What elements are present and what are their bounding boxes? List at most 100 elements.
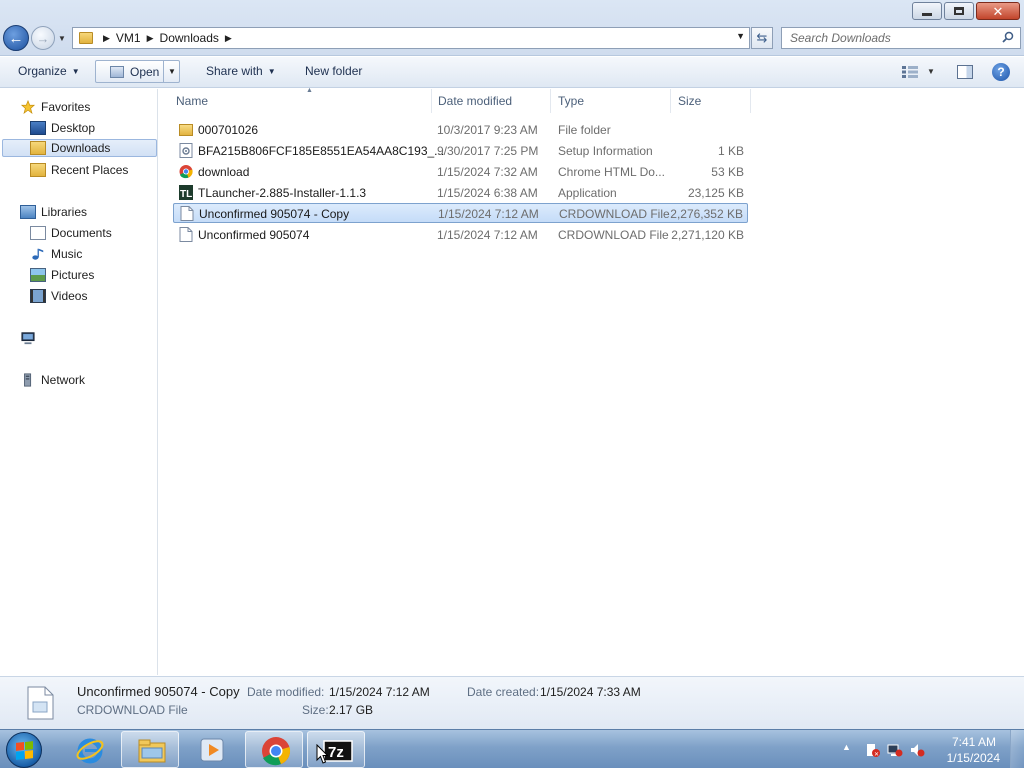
nav-pictures[interactable]: Pictures: [30, 266, 94, 284]
file-row[interactable]: BFA215B806FCF185E8551EA54AA8C193_... 9/3…: [173, 141, 748, 161]
file-type: Setup Information: [558, 144, 653, 158]
setup-info-icon: [179, 143, 193, 158]
downloads-folder-icon: [30, 141, 46, 155]
search-input[interactable]: [790, 31, 990, 45]
share-with-menu[interactable]: Share with ▼: [206, 64, 276, 78]
command-bar: Organize ▼ Open ▼ Share with ▼ New folder …: [0, 57, 1024, 88]
nav-computer[interactable]: [20, 329, 41, 347]
search-icon[interactable]: [1002, 31, 1014, 43]
computer-icon: [21, 332, 35, 345]
column-header-date-modified[interactable]: Date modified: [431, 89, 551, 113]
split-divider: [163, 61, 164, 82]
clock-date[interactable]: 1/15/2024: [947, 751, 1000, 765]
nav-recent-places[interactable]: Recent Places: [30, 161, 128, 179]
maximize-button[interactable]: [944, 2, 974, 20]
details-size-label: Size:: [302, 703, 329, 717]
breadcrumb-chevron-icon[interactable]: ▶: [147, 33, 154, 44]
nav-music[interactable]: Music: [30, 245, 82, 263]
file-name: TLauncher-2.885-Installer-1.1.3: [198, 186, 367, 200]
file-date: 1/15/2024 7:12 AM: [438, 207, 539, 221]
network-status-icon[interactable]: [887, 742, 903, 758]
mouse-cursor-icon: [316, 744, 328, 764]
tlauncher-icon: TL: [179, 185, 193, 200]
nav-recent-places-label: Recent Places: [51, 163, 129, 177]
file-row-selected[interactable]: Unconfirmed 905074 - Copy 1/15/2024 7:12…: [173, 203, 748, 223]
search-box[interactable]: [781, 27, 1021, 49]
help-icon[interactable]: ?: [992, 63, 1010, 81]
show-desktop-button[interactable]: [1010, 730, 1024, 768]
forward-button[interactable]: →: [31, 26, 55, 50]
file-date: 1/15/2024 7:32 AM: [437, 165, 538, 179]
breadcrumb-chevron-icon[interactable]: ▶: [103, 33, 110, 44]
pictures-icon: [30, 268, 46, 282]
recent-pages-dropdown[interactable]: ▼: [58, 34, 66, 43]
file-row[interactable]: Unconfirmed 905074 1/15/2024 7:12 AM CRD…: [173, 225, 748, 245]
file-row[interactable]: 000701026 10/3/2017 9:23 AM File folder: [173, 120, 748, 140]
taskbar-chrome[interactable]: [245, 731, 303, 768]
views-icon[interactable]: [902, 66, 918, 78]
preview-pane-icon[interactable]: [957, 65, 973, 79]
breadcrumb-item-vm1[interactable]: VM1: [116, 31, 141, 45]
nav-downloads[interactable]: Downloads: [2, 139, 157, 157]
taskbar-internet-explorer[interactable]: [60, 731, 118, 768]
address-history-dropdown[interactable]: ▼: [736, 31, 745, 41]
nav-network[interactable]: Network: [20, 371, 85, 389]
breadcrumb-chevron-icon[interactable]: ▶: [225, 33, 232, 44]
address-bar[interactable]: ▶ VM1 ▶ Downloads ▶ ▼: [72, 27, 750, 49]
file-row[interactable]: download 1/15/2024 7:32 AM Chrome HTML D…: [173, 162, 748, 182]
nav-downloads-label: Downloads: [51, 141, 111, 155]
close-icon: ✕: [992, 3, 1004, 19]
details-date-modified-label: Date modified:: [247, 685, 325, 699]
refresh-button[interactable]: ⇆: [751, 27, 773, 49]
nav-videos[interactable]: Videos: [30, 287, 87, 305]
details-date-modified: 1/15/2024 7:12 AM: [329, 685, 430, 699]
open-button[interactable]: Open ▼: [95, 60, 180, 83]
file-date: 9/30/2017 7:25 PM: [437, 144, 539, 158]
nav-libraries-label: Libraries: [41, 205, 88, 219]
column-header-size[interactable]: Size: [671, 89, 751, 113]
details-file-name: Unconfirmed 905074 - Copy: [77, 684, 240, 699]
chrome-icon: [262, 737, 291, 766]
column-header-name[interactable]: Name: [169, 89, 432, 113]
breadcrumb-item-downloads[interactable]: Downloads: [160, 31, 219, 45]
nav-documents[interactable]: Documents: [30, 224, 112, 242]
column-type-label: Type: [558, 94, 585, 108]
nav-pictures-label: Pictures: [51, 268, 95, 282]
file-size: 1 KB: [717, 144, 744, 158]
taskbar-windows-explorer[interactable]: [121, 731, 179, 768]
column-header-type[interactable]: Type: [551, 89, 671, 113]
videos-icon: [30, 289, 46, 303]
volume-muted-icon[interactable]: [909, 742, 925, 758]
file-icon: [180, 206, 194, 221]
action-center-icon[interactable]: ✕: [865, 742, 881, 758]
taskbar-media-player[interactable]: [182, 731, 240, 768]
clock-time[interactable]: 7:41 AM: [952, 735, 996, 749]
file-row[interactable]: TL TLauncher-2.885-Installer-1.1.3 1/15/…: [173, 183, 748, 203]
close-button[interactable]: ✕: [976, 2, 1020, 20]
file-type: Application: [558, 186, 617, 200]
chevron-down-icon: ▼: [267, 67, 276, 77]
new-folder-button[interactable]: New folder: [305, 64, 362, 78]
back-button[interactable]: ←: [3, 25, 29, 51]
ie-icon: [76, 738, 104, 764]
details-date-created-label: Date created:: [467, 685, 540, 699]
open-dropdown-icon[interactable]: ▼: [168, 67, 176, 76]
details-size: 2.17 GB: [329, 703, 374, 717]
nav-favorites[interactable]: Favorites: [20, 98, 90, 116]
open-with-icon: [110, 66, 124, 78]
minimize-icon: [922, 12, 932, 16]
show-hidden-icons-button[interactable]: ▲: [842, 742, 858, 758]
start-button[interactable]: [6, 732, 42, 768]
file-type: File folder: [558, 123, 611, 137]
column-name-label: Name: [176, 94, 209, 108]
share-with-label: Share with: [206, 64, 263, 78]
column-date-label: Date modified: [438, 94, 513, 108]
organize-menu[interactable]: Organize ▼: [18, 64, 80, 78]
nav-libraries[interactable]: Libraries: [20, 203, 87, 221]
details-file-type: CRDOWNLOAD File: [77, 703, 188, 717]
minimize-button[interactable]: [912, 2, 942, 20]
file-icon: [27, 686, 54, 720]
nav-desktop[interactable]: Desktop: [30, 119, 95, 137]
views-dropdown-icon[interactable]: ▼: [927, 67, 935, 76]
star-icon: [20, 100, 36, 114]
